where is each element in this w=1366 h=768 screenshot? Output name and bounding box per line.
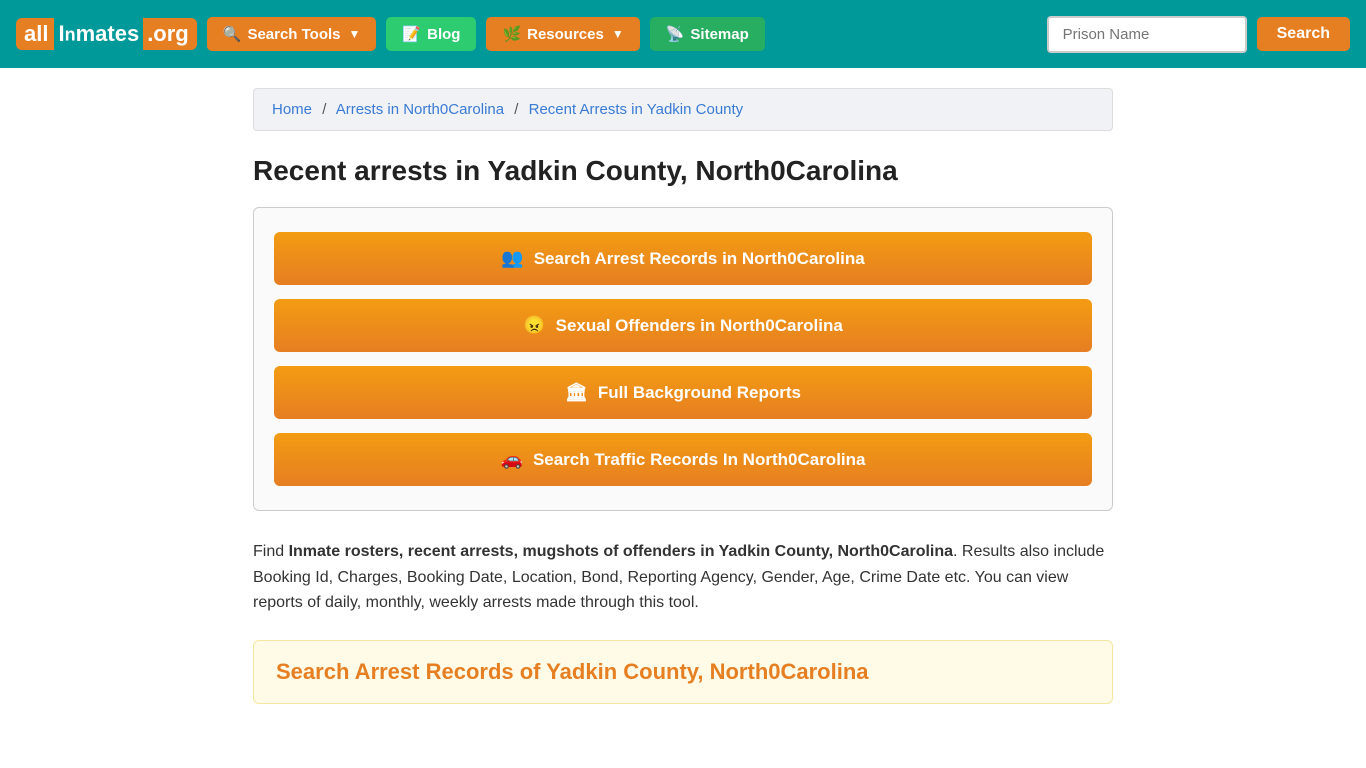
sexual-offenders-icon: 😠 bbox=[523, 315, 545, 336]
background-reports-label: Full Background Reports bbox=[598, 383, 801, 403]
breadcrumb-home[interactable]: Home bbox=[272, 101, 312, 118]
breadcrumb: Home / Arrests in North0Carolina / Recen… bbox=[253, 88, 1113, 131]
page-title: Recent arrests in Yadkin County, North0C… bbox=[253, 155, 1113, 187]
sexual-offenders-label: Sexual Offenders in North0Carolina bbox=[556, 316, 843, 336]
resources-icon: 🌿 bbox=[502, 25, 521, 43]
search-tools-button[interactable]: 🔍 Search Tools ▼ bbox=[207, 17, 377, 51]
description-text: Find Inmate rosters, recent arrests, mug… bbox=[253, 539, 1113, 616]
traffic-records-icon: 🚗 bbox=[501, 449, 523, 470]
search-arrest-icon: 👥 bbox=[501, 248, 523, 269]
action-button-box: 👥 Search Arrest Records in North0Carolin… bbox=[253, 207, 1113, 511]
search-arrest-label: Search Arrest Records in North0Carolina bbox=[534, 249, 865, 269]
breadcrumb-sep-2: / bbox=[514, 101, 518, 118]
search-traffic-records-button[interactable]: 🚗 Search Traffic Records In North0Caroli… bbox=[274, 433, 1092, 486]
sexual-offenders-button[interactable]: 😠 Sexual Offenders in North0Carolina bbox=[274, 299, 1092, 352]
search-tools-arrow-icon: ▼ bbox=[349, 27, 361, 41]
logo-org-text: .org bbox=[143, 18, 197, 50]
main-content: Home / Arrests in North0Carolina / Recen… bbox=[233, 68, 1133, 724]
search-tools-label: Search Tools bbox=[247, 26, 340, 43]
breadcrumb-arrests[interactable]: Arrests in North0Carolina bbox=[336, 101, 504, 118]
resources-button[interactable]: 🌿 Resources ▼ bbox=[486, 17, 639, 51]
blog-label: Blog bbox=[427, 26, 460, 43]
blog-icon: 📝 bbox=[402, 25, 421, 43]
sitemap-icon: 📡 bbox=[666, 25, 685, 43]
search-records-title: Search Arrest Records of Yadkin County, … bbox=[276, 659, 1090, 685]
site-logo[interactable]: all Inmates .org bbox=[16, 18, 197, 50]
resources-label: Resources bbox=[527, 26, 604, 43]
nav-search-button[interactable]: Search bbox=[1257, 17, 1350, 51]
prison-name-input[interactable] bbox=[1047, 16, 1247, 53]
resources-arrow-icon: ▼ bbox=[612, 27, 624, 41]
breadcrumb-current: Recent Arrests in Yadkin County bbox=[529, 101, 744, 118]
logo-inmates-text: Inmates bbox=[54, 18, 143, 50]
full-background-reports-button[interactable]: 🏛 Full Background Reports bbox=[274, 366, 1092, 419]
logo-all-text: all bbox=[16, 18, 54, 50]
search-arrest-records-button[interactable]: 👥 Search Arrest Records in North0Carolin… bbox=[274, 232, 1092, 285]
navbar: all Inmates .org 🔍 Search Tools ▼ 📝 Blog… bbox=[0, 0, 1366, 68]
description-bold: Inmate rosters, recent arrests, mugshots… bbox=[289, 543, 953, 560]
description-intro: Find bbox=[253, 543, 289, 560]
nav-search-label: Search bbox=[1277, 25, 1330, 42]
search-records-section: Search Arrest Records of Yadkin County, … bbox=[253, 640, 1113, 704]
background-reports-icon: 🏛 bbox=[565, 382, 588, 403]
blog-button[interactable]: 📝 Blog bbox=[386, 17, 476, 51]
breadcrumb-sep-1: / bbox=[322, 101, 326, 118]
traffic-records-label: Search Traffic Records In North0Carolina bbox=[533, 450, 866, 470]
search-tools-icon: 🔍 bbox=[223, 25, 242, 43]
sitemap-label: Sitemap bbox=[690, 26, 748, 43]
sitemap-button[interactable]: 📡 Sitemap bbox=[650, 17, 765, 51]
